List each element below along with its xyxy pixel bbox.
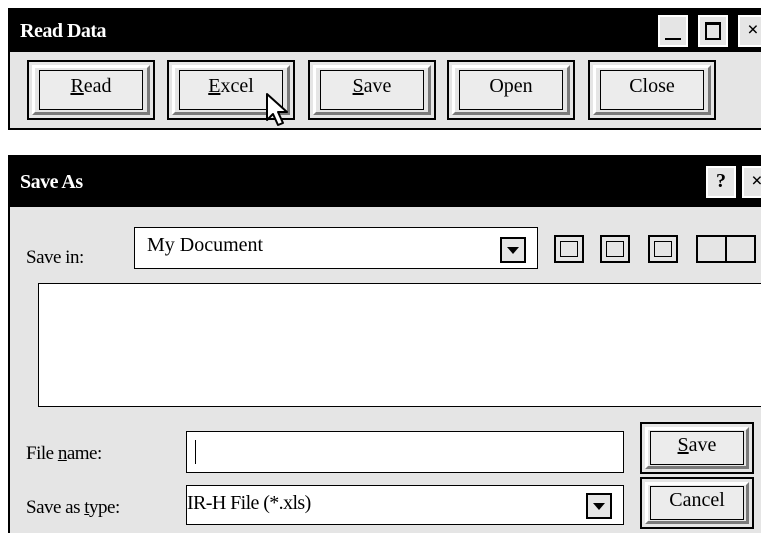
new-folder-button[interactable] [648,235,678,263]
maximize-icon [705,22,721,40]
chevron-down-icon [593,503,605,510]
read-button-accel: R [70,75,84,97]
desktop-icon [606,241,624,257]
save-in-label: Save in: [26,247,84,268]
view-toggle-button[interactable] [696,235,756,263]
dialog-cancel-label: Cancel [669,489,725,511]
chevron-down-icon [507,247,519,254]
close-button-label: Close [629,75,675,97]
read-data-titlebar: Read Data × [10,10,761,52]
save-as-type-label-rest: ype: [89,497,120,518]
help-button[interactable]: ? [705,165,737,199]
save-as-type-dropdown-button[interactable] [586,493,612,519]
save-as-titlebar: Save As ? × [10,157,761,207]
text-caret [195,440,196,464]
open-button-label: Open [489,75,533,97]
save-in-value: My Document [147,234,264,256]
minimize-icon [665,38,681,40]
read-button-label: ead [83,75,112,97]
close-icon: × [747,19,759,41]
dialog-save-button[interactable]: Save [640,422,754,474]
minimize-button[interactable] [657,14,689,48]
save-button-label: ave [363,75,392,97]
save-button[interactable]: Save [308,60,436,120]
read-button[interactable]: Read [27,60,155,120]
read-data-window: Read Data × Read Excel Save Open Close [8,8,761,130]
new-folder-icon [654,241,672,257]
file-name-label: File name: [26,443,102,465]
dialog-cancel-button[interactable]: Cancel [640,477,754,529]
file-name-input[interactable] [186,431,624,473]
file-name-label-accel: n [57,443,68,464]
file-name-label-rest: ame: [66,443,102,464]
up-folder-button[interactable] [554,235,584,263]
save-in-select[interactable]: My Document [134,227,538,269]
file-name-label-prefix: File [26,443,58,464]
excel-button-label: xcel [220,75,254,97]
dialog-save-label: ave [688,434,717,456]
close-button[interactable]: × [737,14,761,48]
save-as-dialog: Save As ? × Save in: My Document File na… [8,155,761,533]
window-title: Read Data [20,20,107,42]
save-as-type-label: Save as type: [26,497,120,519]
maximize-button[interactable] [697,14,729,48]
up-folder-icon [560,241,578,257]
open-button[interactable]: Open [447,60,575,120]
save-as-type-select[interactable]: IR-H File (*.xls) [186,485,624,525]
excel-button-accel: E [208,75,221,97]
close-window-button[interactable]: Close [588,60,716,120]
view-toggle-icon [725,237,727,261]
dialog-close-button[interactable]: × [741,165,761,199]
save-button-accel: S [352,75,364,97]
help-icon: ? [716,170,726,192]
save-as-type-value: IR-H File (*.xls) [187,492,311,514]
dialog-title: Save As [20,171,83,193]
desktop-button[interactable] [600,235,630,263]
close-icon: × [751,170,761,192]
file-list[interactable] [38,283,761,407]
save-as-type-label-prefix: Save as [26,497,85,518]
save-in-dropdown-button[interactable] [500,237,526,263]
dialog-save-accel: S [677,434,689,456]
mouse-cursor-icon [266,93,288,126]
